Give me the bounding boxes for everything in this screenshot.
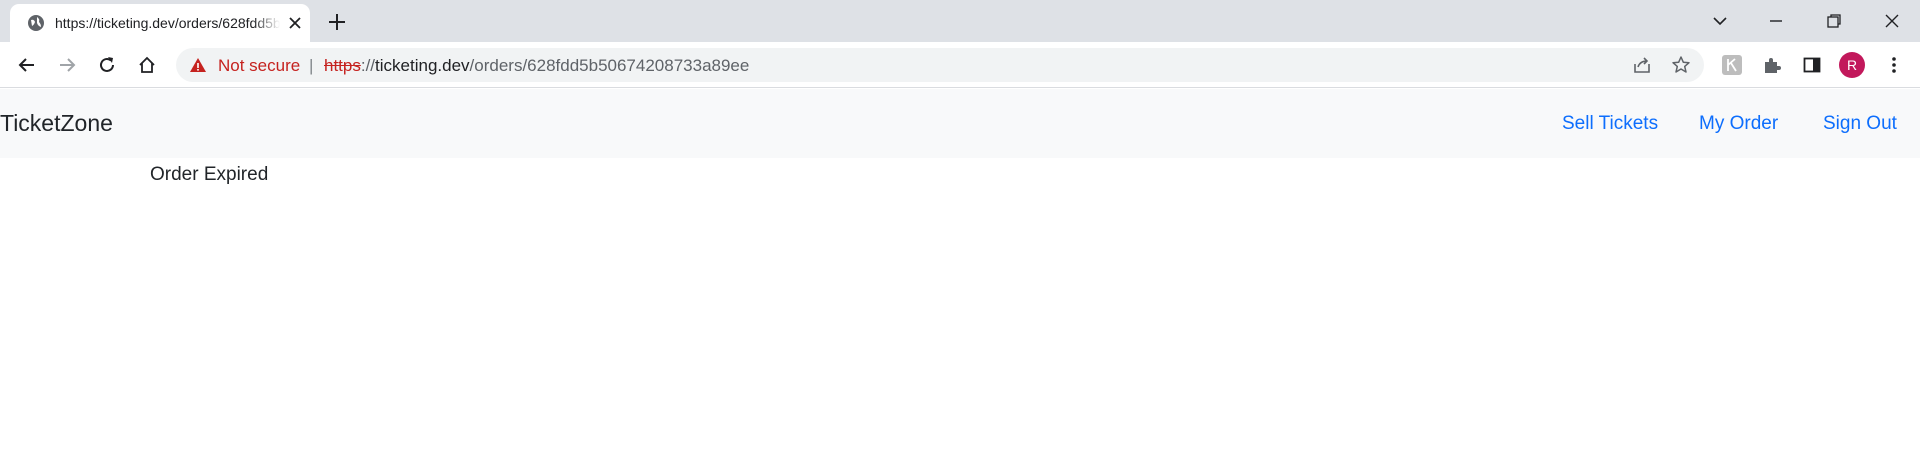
- profile-avatar[interactable]: R: [1839, 52, 1865, 78]
- url-host: ticketing.dev: [375, 56, 470, 75]
- nav-link-sign-out[interactable]: Sign Out: [1823, 113, 1897, 135]
- nav-link-my-order[interactable]: My Order: [1699, 113, 1778, 135]
- extension-icon[interactable]: [1717, 50, 1747, 80]
- security-label[interactable]: Not secure: [218, 56, 300, 76]
- url-path: /orders/628fdd5b50674208733a89ee: [469, 56, 750, 75]
- address-separator: |: [309, 56, 314, 75]
- home-icon[interactable]: [132, 50, 162, 80]
- url-text[interactable]: https://ticketing.dev/orders/628fdd5b506…: [324, 56, 749, 76]
- forward-icon[interactable]: [52, 50, 82, 80]
- tab-search-icon[interactable]: [1692, 0, 1748, 42]
- close-tab-icon[interactable]: [286, 14, 304, 32]
- site-brand[interactable]: TicketZone: [0, 110, 113, 137]
- url-scheme-separator: ://: [360, 56, 376, 75]
- tab-strip: https://ticketing.dev/orders/628fdd5b506…: [0, 0, 1920, 42]
- side-panel-icon[interactable]: [1797, 50, 1827, 80]
- more-menu-icon[interactable]: [1879, 50, 1909, 80]
- new-tab-icon[interactable]: [325, 10, 349, 34]
- restore-icon[interactable]: [1806, 0, 1862, 42]
- browser-toolbar: Not secure | https://ticketing.dev/order…: [0, 42, 1920, 88]
- minimize-icon[interactable]: [1748, 0, 1804, 42]
- tab-title: https://ticketing.dev/orders/628fdd5b506…: [55, 15, 280, 31]
- bookmark-star-icon[interactable]: [1671, 55, 1691, 75]
- reload-icon[interactable]: [92, 50, 122, 80]
- nav-link-sell-tickets[interactable]: Sell Tickets: [1562, 113, 1658, 135]
- address-bar[interactable]: Not secure | https://ticketing.dev/order…: [176, 48, 1704, 82]
- url-scheme: https: [324, 56, 361, 75]
- warning-icon[interactable]: [189, 56, 207, 74]
- extensions-puzzle-icon[interactable]: [1757, 50, 1787, 80]
- order-status-message: Order Expired: [150, 164, 269, 185]
- close-window-icon[interactable]: [1864, 0, 1920, 42]
- share-icon[interactable]: [1632, 55, 1652, 75]
- globe-icon: [26, 13, 46, 33]
- site-navbar: TicketZone Sell Tickets My Order Sign Ou…: [0, 89, 1920, 158]
- browser-tab[interactable]: https://ticketing.dev/orders/628fdd5b506…: [10, 4, 310, 42]
- back-icon[interactable]: [12, 50, 42, 80]
